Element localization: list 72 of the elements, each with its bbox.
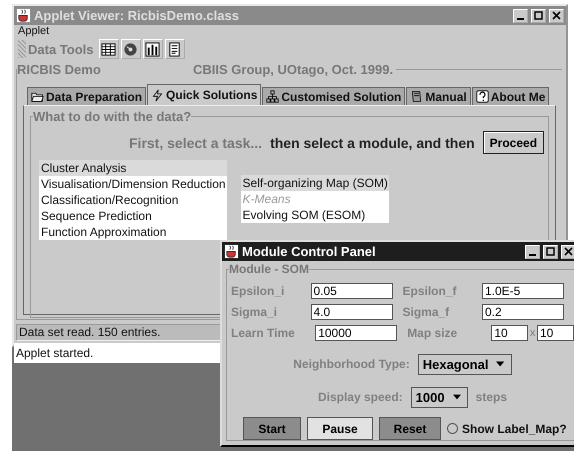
list-item[interactable]: Evolving SOM (ESOM) bbox=[240, 207, 389, 223]
window-title: Applet Viewer: RicbisDemo.class bbox=[34, 8, 240, 23]
cup-icon bbox=[224, 244, 239, 259]
document-icon bbox=[167, 42, 182, 56]
bar-chart-icon bbox=[145, 42, 160, 56]
menu-item[interactable]: Applet bbox=[18, 25, 50, 37]
list-item[interactable]: Visualisation/Dimension Reduction bbox=[39, 176, 227, 192]
control-button[interactable]: Reset bbox=[379, 417, 441, 440]
radio-button[interactable]: Show Label_Map? bbox=[447, 422, 567, 436]
input-field[interactable]: 10000 bbox=[315, 324, 398, 340]
list-item[interactable]: Sequence Prediction bbox=[39, 208, 227, 224]
maximize-button[interactable] bbox=[543, 244, 558, 258]
control-button[interactable]: Pause bbox=[307, 417, 373, 440]
close-icon bbox=[552, 11, 561, 20]
minimize-button[interactable] bbox=[525, 244, 540, 258]
disc-button[interactable] bbox=[120, 39, 140, 59]
field-label: Learn Time bbox=[231, 326, 296, 340]
maximize-icon bbox=[546, 247, 555, 256]
hierarchy-icon bbox=[266, 90, 280, 103]
list-item[interactable]: Cluster Analysis bbox=[39, 160, 227, 176]
group-title: RICBIS Demo bbox=[17, 62, 101, 77]
folder-icon bbox=[31, 90, 44, 103]
instruction-text: First, select a task... bbox=[129, 134, 262, 150]
cup-icon bbox=[16, 8, 31, 23]
list-item[interactable]: Self-organizing Map (SOM) bbox=[240, 175, 389, 191]
lightning-icon bbox=[151, 88, 164, 102]
input-field[interactable]: 0.2 bbox=[482, 304, 564, 320]
book-icon bbox=[410, 90, 424, 103]
input-field[interactable]: 1.0E-5 bbox=[482, 282, 564, 298]
tab[interactable]: Data Preparation bbox=[27, 87, 146, 105]
control-button[interactable]: Start bbox=[243, 417, 301, 440]
input-field[interactable]: 10 bbox=[536, 324, 574, 340]
minimize-icon bbox=[517, 18, 524, 20]
caret-icon bbox=[452, 394, 461, 400]
list-item[interactable]: Function Approximation bbox=[39, 224, 227, 240]
group-title: Module - SOM bbox=[229, 262, 309, 276]
field-label: Map size bbox=[407, 326, 458, 340]
tab[interactable]: About Me bbox=[472, 87, 550, 105]
caret-icon bbox=[496, 361, 505, 367]
tab[interactable]: Manual bbox=[406, 87, 471, 105]
proceed-button[interactable]: Proceed bbox=[482, 131, 544, 154]
toolbar-label: Data Tools bbox=[28, 42, 94, 56]
close-icon bbox=[564, 247, 573, 256]
tab[interactable]: Quick Solutions bbox=[147, 84, 262, 105]
close-button[interactable] bbox=[561, 244, 574, 258]
question-icon bbox=[476, 90, 489, 103]
credit-text: CBIIS Group, UOtago, Oct. 1999. bbox=[193, 62, 396, 77]
group-title: What to do with the data? bbox=[33, 109, 192, 124]
input-field[interactable]: 0.05 bbox=[310, 282, 392, 298]
bar-chart-button[interactable] bbox=[142, 39, 162, 59]
document-button[interactable] bbox=[164, 39, 184, 59]
instruction-text: then select a module, and then bbox=[270, 134, 475, 150]
separator-text: x bbox=[528, 326, 536, 338]
field-label: Sigma_f bbox=[402, 304, 450, 318]
toolbar-grip[interactable] bbox=[18, 40, 26, 58]
field-label: Display speed: bbox=[318, 390, 403, 404]
input-field[interactable]: 4.0 bbox=[310, 304, 392, 320]
field-label: Sigma_i bbox=[231, 304, 278, 318]
field-label: Epsilon_f bbox=[402, 284, 458, 298]
table-button[interactable] bbox=[98, 39, 118, 59]
tab[interactable]: Customised Solution bbox=[262, 87, 406, 105]
dropdown[interactable]: Hexagonal bbox=[418, 354, 512, 374]
minimize-icon bbox=[529, 254, 536, 256]
table-icon bbox=[101, 42, 116, 56]
dropdown[interactable]: 1000 bbox=[410, 386, 468, 408]
list-item[interactable]: Classification/Recognition bbox=[39, 192, 227, 208]
window-title: Module Control Panel bbox=[242, 244, 377, 259]
maximize-icon bbox=[534, 11, 543, 20]
input-field[interactable]: 10 bbox=[491, 324, 528, 340]
disc-icon bbox=[123, 42, 138, 56]
field-label: Epsilon_i bbox=[231, 284, 286, 298]
unit-label: steps bbox=[476, 390, 508, 404]
